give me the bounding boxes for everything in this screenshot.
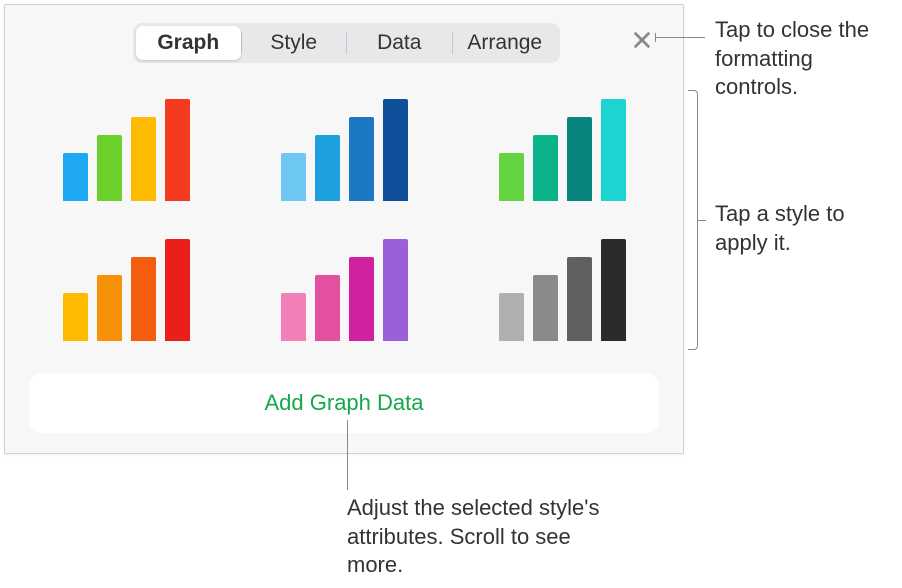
bar	[533, 135, 558, 201]
bar	[131, 257, 156, 341]
callout-close: Tap to close the formatting controls.	[715, 16, 890, 102]
bar	[315, 275, 340, 341]
tab-style[interactable]: Style	[242, 26, 347, 60]
bar-chart-icon	[281, 99, 408, 201]
bar-chart-icon	[499, 99, 626, 201]
close-button[interactable]	[627, 27, 657, 57]
chart-styles-grid	[33, 83, 655, 363]
bar	[349, 257, 374, 341]
bar	[567, 257, 592, 341]
bar	[601, 99, 626, 201]
format-panel: Graph Style Data Arrange Add Graph Data	[4, 4, 684, 454]
bar	[97, 135, 122, 201]
bar	[63, 153, 88, 201]
bar	[63, 293, 88, 341]
bar	[131, 117, 156, 201]
bar-chart-icon	[63, 239, 190, 341]
tab-label: Data	[377, 31, 421, 55]
bar	[349, 117, 374, 201]
chart-style-option[interactable]	[251, 83, 437, 223]
chart-style-option[interactable]	[469, 83, 655, 223]
bar-chart-icon	[281, 239, 408, 341]
callout-adjust: Adjust the selected style's attributes. …	[347, 494, 607, 580]
bar	[499, 153, 524, 201]
add-graph-data-button[interactable]: Add Graph Data	[29, 373, 659, 433]
chart-style-option[interactable]	[33, 223, 219, 363]
bar	[601, 239, 626, 341]
tab-arrange[interactable]: Arrange	[453, 26, 558, 60]
bar-chart-icon	[499, 239, 626, 341]
chart-style-option[interactable]	[33, 83, 219, 223]
callout-leader-line	[347, 420, 348, 490]
callout-leader-tick	[655, 33, 656, 42]
bar	[533, 275, 558, 341]
callout-leader-line	[698, 220, 706, 221]
tab-graph[interactable]: Graph	[136, 26, 241, 60]
bar	[383, 239, 408, 341]
chart-style-option[interactable]	[251, 223, 437, 363]
bar	[281, 293, 306, 341]
callout-apply: Tap a style to apply it.	[715, 200, 880, 257]
close-icon	[631, 29, 653, 56]
bar	[499, 293, 524, 341]
chart-style-option[interactable]	[469, 223, 655, 363]
bar	[383, 99, 408, 201]
bar-chart-icon	[63, 99, 190, 201]
tab-label: Style	[270, 31, 317, 55]
tab-label: Arrange	[467, 31, 542, 55]
bar	[281, 153, 306, 201]
tab-data[interactable]: Data	[347, 26, 452, 60]
bar	[315, 135, 340, 201]
bar	[567, 117, 592, 201]
bar	[97, 275, 122, 341]
callout-bracket	[688, 90, 698, 350]
bar	[165, 99, 190, 201]
bar	[165, 239, 190, 341]
tab-label: Graph	[157, 31, 219, 55]
add-graph-data-label: Add Graph Data	[265, 390, 424, 416]
tab-bar: Graph Style Data Arrange	[133, 23, 560, 63]
callout-leader-line	[655, 37, 705, 38]
